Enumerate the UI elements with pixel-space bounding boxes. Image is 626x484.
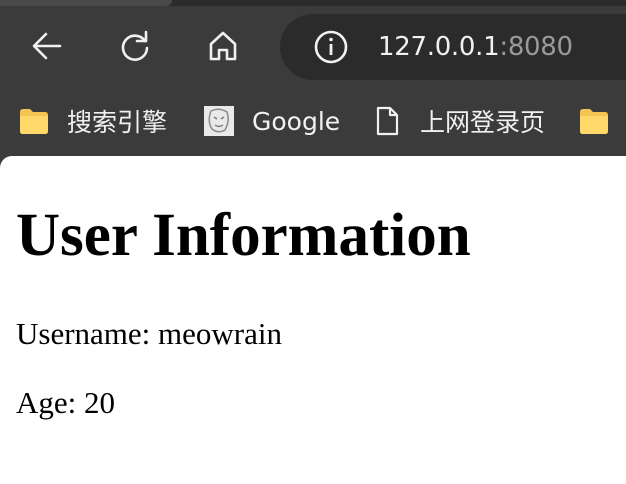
bookmark-label: Google (252, 106, 341, 136)
home-button[interactable] (201, 24, 245, 68)
age-line: Age: 20 (16, 385, 116, 420)
info-icon[interactable] (313, 29, 349, 65)
username-line: Username: meowrain (16, 316, 282, 351)
url-port: :8080 (499, 32, 573, 62)
browser-toolbar: 127.0.0.1:8080 (0, 6, 626, 88)
bookmark-folder-overflow[interactable] (578, 104, 626, 138)
bookmark-google[interactable]: Google (203, 104, 340, 138)
page-content: User Information Username: meowrain Age:… (0, 156, 626, 484)
url-host: 127.0.0.1 (378, 32, 500, 62)
address-bar[interactable]: 127.0.0.1:8080 (280, 14, 626, 80)
bookmarks-bar: 搜索引擎 Google 上网登录页 (0, 88, 626, 156)
home-icon (209, 31, 237, 61)
bookmark-label: 上网登录页 (420, 108, 546, 137)
page-icon (376, 106, 399, 136)
reload-button[interactable] (113, 24, 157, 68)
bookmark-label: 搜索引擎 (67, 108, 168, 137)
page-title: User Information (16, 202, 471, 269)
url-text[interactable]: 127.0.0.1:8080 (378, 30, 573, 64)
bookmark-login-page[interactable]: 上网登录页 (371, 104, 545, 138)
folder-icon (580, 109, 608, 134)
reload-icon (121, 30, 149, 61)
back-button[interactable] (25, 24, 69, 68)
folder-icon (20, 109, 48, 134)
site-favicon (204, 106, 234, 136)
back-arrow-icon (32, 32, 62, 60)
bookmark-folder-search-engines[interactable]: 搜索引擎 (18, 104, 167, 138)
